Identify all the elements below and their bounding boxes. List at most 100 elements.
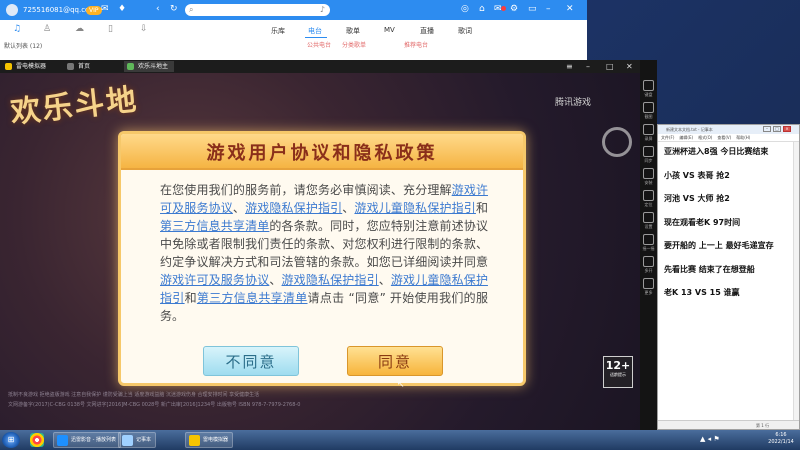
sidebar-tool-label: 同步 bbox=[644, 158, 653, 163]
age-rating-value: 12+ bbox=[605, 359, 631, 372]
search-icon: ⌕ bbox=[189, 5, 194, 14]
menu-icon[interactable]: ≡ bbox=[566, 61, 573, 72]
agreement-link[interactable]: 游戏隐私保护指引 bbox=[245, 201, 342, 215]
dialog-text: 、 bbox=[378, 273, 391, 287]
taskbar-item-notepad[interactable]: 记事本 bbox=[118, 432, 157, 448]
tab-game-label: 欢乐斗地主 bbox=[138, 63, 169, 70]
taskbar-clock[interactable]: 6:16 2022/1/14 bbox=[764, 432, 798, 446]
sidebar-tool-icon[interactable] bbox=[643, 124, 654, 135]
music-player-toolbar: 725516081@qq.com VIP ✉ ♦ ‹ ↻ ⌕ ♪ ◎ ⌂ ✉ ⚙… bbox=[0, 0, 587, 20]
mini-mode-icon[interactable]: ▭ bbox=[528, 4, 537, 15]
sidebar-tool-icon[interactable] bbox=[643, 80, 654, 91]
notepad-menu-item[interactable]: 查看(V) bbox=[717, 135, 731, 140]
tray-network-icon[interactable]: ▲ bbox=[700, 435, 705, 443]
tab-playlists[interactable]: 歌单 bbox=[346, 26, 360, 36]
tab-emulator[interactable]: 雷电模拟器 bbox=[2, 61, 52, 72]
game-icon[interactable]: ◎ bbox=[461, 4, 469, 15]
taskbar-item-player[interactable]: 迅雷影音 - 播放列表 bbox=[53, 432, 121, 448]
minimize-icon[interactable]: – bbox=[586, 61, 590, 72]
emulator-app-icon bbox=[189, 435, 200, 446]
notepad-menu-item[interactable]: 文件(F) bbox=[661, 135, 674, 140]
vip-badge[interactable]: VIP bbox=[86, 6, 102, 15]
voice-search-icon[interactable]: ♪ bbox=[320, 5, 325, 15]
maximize-icon[interactable]: □ bbox=[606, 61, 614, 72]
tab-emulator-label: 雷电模拟器 bbox=[16, 63, 47, 70]
notepad-line: 亚洲杯进入8强 今日比赛结束 bbox=[664, 147, 769, 156]
tab-game[interactable]: 欢乐斗地主 bbox=[124, 61, 175, 72]
tab-playlists-sub[interactable]: 分类歌单 bbox=[342, 40, 366, 49]
refresh-icon[interactable]: ↻ bbox=[170, 4, 178, 15]
cloud-icon[interactable]: ☁ bbox=[75, 24, 84, 34]
agreement-link[interactable]: 游戏许可及服务协议 bbox=[160, 273, 269, 287]
tab-library[interactable]: 乐库 bbox=[271, 26, 285, 36]
agreement-link[interactable]: 游戏隐私保护指引 bbox=[282, 273, 379, 287]
notification-badge bbox=[501, 6, 506, 11]
game-logo: 欢乐斗地 bbox=[8, 82, 140, 131]
phone-icon[interactable]: ▯ bbox=[108, 24, 113, 34]
notepad-text-area[interactable]: 亚洲杯进入8强 今日比赛结束 小孩 VS 表哥 抢2 河池 VS 大师 抢2 现在观看… bbox=[664, 146, 790, 311]
tray-volume-icon[interactable]: ◂ bbox=[708, 435, 712, 443]
tab-home-label: 首页 bbox=[78, 63, 91, 70]
sidebar-tool-icon[interactable] bbox=[643, 146, 654, 157]
close-icon[interactable]: ✕ bbox=[566, 4, 574, 15]
tab-radio[interactable]: 电台 bbox=[308, 26, 322, 36]
tab-live[interactable]: 直播 bbox=[420, 26, 434, 36]
taskbar-item-label: 迅雷影音 - 播放列表 bbox=[71, 437, 116, 443]
sidebar-tool-icon[interactable] bbox=[643, 256, 654, 267]
chrome-icon[interactable] bbox=[30, 433, 44, 447]
sidebar-tool-icon[interactable] bbox=[643, 212, 654, 223]
music-player-window: 725516081@qq.com VIP ✉ ♦ ‹ ↻ ⌕ ♪ ◎ ⌂ ✉ ⚙… bbox=[0, 0, 587, 60]
agreement-link[interactable]: 游戏儿童隐私保护指引 bbox=[354, 201, 476, 215]
sidebar-tool-icon[interactable] bbox=[643, 190, 654, 201]
disagree-button[interactable]: 不同意 bbox=[203, 346, 299, 376]
settings-icon[interactable]: ⚙ bbox=[510, 4, 518, 15]
game-screen: 欢乐斗地 腾讯游戏 12+ 适龄提示 抵制不良游戏 拒绝盗版游戏 注意自我保护 … bbox=[0, 73, 640, 430]
agree-button[interactable]: 同意 bbox=[347, 346, 443, 376]
tab-radio-sub[interactable]: 公共电台 bbox=[307, 40, 331, 49]
download-icon[interactable]: ⇩ bbox=[140, 24, 148, 34]
close-icon[interactable]: ✕ bbox=[626, 61, 633, 72]
tray-flag-icon[interactable]: ⚑ bbox=[713, 435, 719, 443]
notepad-menu-item[interactable]: 帮助(H) bbox=[736, 135, 750, 140]
tab-mv[interactable]: MV bbox=[384, 26, 395, 34]
agreement-link[interactable]: 第三方信息共享清单 bbox=[197, 291, 308, 305]
notepad-menu-item[interactable]: 编辑(E) bbox=[679, 135, 693, 140]
sidebar-tool-label: 设置 bbox=[644, 224, 653, 229]
notepad-title: 新建文本文档.txt - 记事本 bbox=[666, 127, 713, 132]
user-icon[interactable]: ♙ bbox=[43, 24, 51, 34]
close-icon[interactable]: × bbox=[783, 126, 791, 132]
dialog-header: 游戏用户协议和隐私政策 bbox=[121, 134, 523, 170]
tab-home[interactable]: 首页 bbox=[64, 61, 96, 72]
notepad-menu-item[interactable]: 格式(O) bbox=[698, 135, 712, 140]
search-input[interactable]: ⌕ ♪ bbox=[185, 4, 330, 16]
brand-text: 腾讯游戏 bbox=[555, 98, 592, 108]
avatar[interactable] bbox=[6, 4, 18, 16]
notepad-line: 小孩 VS 表哥 抢2 bbox=[664, 170, 730, 180]
notepad-line: 要开船的 上一上 最好毛递宣存 bbox=[664, 241, 774, 250]
music-note-icon[interactable]: ♫ bbox=[13, 24, 21, 34]
shirt-icon[interactable]: ⌂ bbox=[479, 4, 485, 15]
tab-lyrics[interactable]: 歌词 bbox=[458, 26, 472, 36]
sidebar-tool-label: 多开 bbox=[644, 268, 653, 273]
sidebar-tool-icon[interactable] bbox=[643, 278, 654, 289]
tab-live-sub[interactable]: 推荐电台 bbox=[404, 40, 428, 49]
notepad-line: 河池 VS 大师 抢2 bbox=[664, 194, 730, 203]
start-button[interactable]: ⊞ bbox=[2, 432, 20, 448]
skin-icon[interactable]: ♦ bbox=[118, 4, 126, 15]
taskbar-item-emulator[interactable]: 雷电模拟器 bbox=[185, 432, 234, 448]
loading-ring-icon bbox=[602, 127, 632, 157]
back-arrow-icon[interactable]: ‹ bbox=[156, 4, 160, 15]
agreement-link[interactable]: 第三方信息共享清单 bbox=[160, 219, 269, 233]
notepad-statusbar: 第 1 行 bbox=[658, 420, 799, 429]
sidebar-tool-icon[interactable] bbox=[643, 102, 654, 113]
dialog-text: 、 bbox=[232, 201, 246, 215]
minimize-icon[interactable]: – bbox=[763, 126, 771, 132]
minimize-icon[interactable]: – bbox=[546, 4, 551, 15]
sidebar-tool-icon[interactable] bbox=[643, 168, 654, 179]
dialog-text: 、 bbox=[269, 273, 282, 287]
maximize-icon[interactable]: □ bbox=[773, 126, 781, 132]
notepad-scrollbar[interactable] bbox=[793, 142, 799, 421]
mail-icon[interactable]: ✉ bbox=[101, 4, 109, 15]
default-playlist[interactable]: 默认列表 (12) bbox=[4, 41, 42, 50]
sidebar-tool-icon[interactable] bbox=[643, 234, 654, 245]
